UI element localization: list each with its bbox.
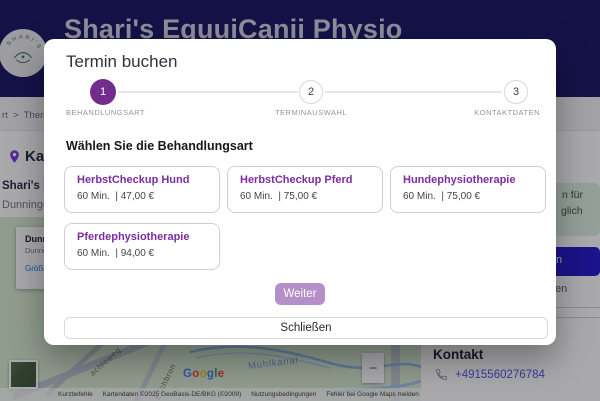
treatment-card-herbstcheckup-pferd[interactable]: HerbstCheckup Pferd 60 Min. | 75,00 € [227,166,383,213]
step-indicator-2[interactable]: 2 [299,80,323,104]
treatment-section-heading: Wählen Sie die Behandlungsart [66,139,253,153]
stepper-connector [118,91,298,93]
treatment-name: Hundephysiotherapie [403,174,533,186]
treatment-options: HerbstCheckup Hund 60 Min. | 47,00 € Her… [64,166,546,270]
treatment-card-herbstcheckup-hund[interactable]: HerbstCheckup Hund 60 Min. | 47,00 € [64,166,220,213]
treatment-card-hundephysiotherapie[interactable]: Hundephysiotherapie 60 Min. | 75,00 € [390,166,546,213]
step-label-kontaktdaten: KONTAKTDATEN [474,108,540,117]
step-label-behandlungsart: BEHANDLUNGSART [66,108,145,117]
treatment-details: 60 Min. | 75,00 € [240,191,370,202]
next-button[interactable]: Weiter [275,283,325,305]
treatment-details: 60 Min. | 47,00 € [77,191,207,202]
treatment-name: HerbstCheckup Hund [77,174,207,186]
dialog-title: Termin buchen [66,52,178,72]
step-indicator-3[interactable]: 3 [504,80,528,104]
treatment-name: HerbstCheckup Pferd [240,174,370,186]
stepper-connector [325,91,502,93]
treatment-card-pferdephysiotherapie[interactable]: Pferdephysiotherapie 60 Min. | 94,00 € [64,223,220,270]
step-label-terminauswahl: TERMINAUSWAHL [275,108,347,117]
close-button[interactable]: Schließen [64,317,548,339]
step-indicator-1[interactable]: 1 [90,79,116,105]
treatment-name: Pferdephysiotherapie [77,231,207,243]
treatment-details: 60 Min. | 94,00 € [77,248,207,259]
booking-dialog: Termin buchen 1 2 3 BEHANDLUNGSART TERMI… [44,39,556,345]
treatment-details: 60 Min. | 75,00 € [403,191,533,202]
